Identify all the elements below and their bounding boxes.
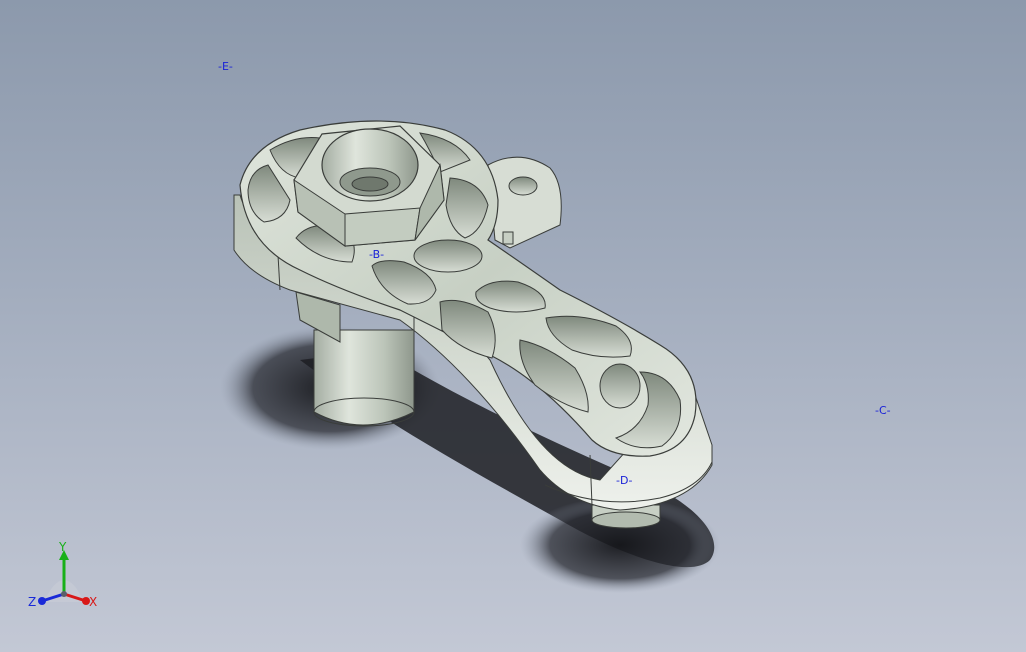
cad-viewport[interactable]: -E- -B- -C- -D- Y X Z: [0, 0, 1026, 652]
annotation-c-label[interactable]: -C-: [875, 405, 891, 417]
triad-z-label: Z: [28, 595, 37, 609]
side-bracket: [487, 156, 562, 249]
bottom-post: [313, 329, 415, 427]
annotation-b-label[interactable]: -B-: [369, 249, 384, 261]
annotation-d-label[interactable]: -D-: [616, 475, 632, 487]
triad-origin-icon: [61, 591, 67, 597]
annotation-e-label[interactable]: -E-: [218, 61, 233, 73]
3d-model-view[interactable]: [0, 0, 1026, 652]
triad-x-label: X: [89, 595, 98, 609]
axis-triad[interactable]: Y X Z: [22, 538, 108, 616]
z-axis-end-icon: [38, 597, 46, 605]
triad-y-label: Y: [59, 540, 67, 554]
